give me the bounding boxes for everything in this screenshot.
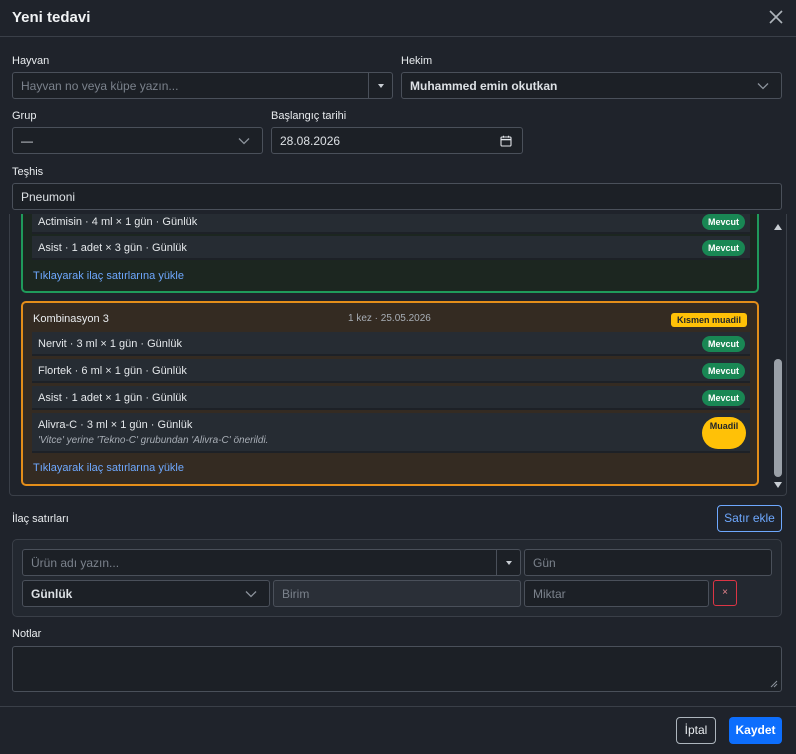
- status-badge: Mevcut: [701, 214, 745, 230]
- product-dropdown-toggle[interactable]: [496, 550, 520, 575]
- chevron-down-icon: [238, 137, 250, 144]
- combination-meta: 1 kez · 25.05.2026: [348, 313, 431, 324]
- cancel-button[interactable]: İptal: [676, 717, 716, 744]
- product-placeholder: Ürün adı yazın...: [31, 555, 120, 570]
- item-note: 'Vitce' yerine 'Tekno-C' grubundan 'Aliv…: [38, 435, 269, 446]
- item-text: Asist · 1 adet × 1 gün · Günlük: [38, 392, 187, 404]
- day-input[interactable]: Gün: [524, 549, 772, 576]
- remove-line-button[interactable]: ×: [713, 580, 737, 606]
- doctor-select[interactable]: Muhammed emin okutkan: [401, 72, 782, 99]
- day-placeholder: Gün: [533, 555, 556, 570]
- load-combination-link[interactable]: Tıklayarak ilaç satırlarına yükle: [33, 462, 184, 474]
- drug-lines-label: İlaç satırları: [12, 513, 69, 525]
- combination-item: Nervit · 3 ml × 1 gün · Günlük Mevcut: [32, 332, 750, 356]
- diagnosis-value: Pneumoni: [21, 189, 76, 204]
- group-select[interactable]: —: [12, 127, 263, 154]
- scroll-up-icon[interactable]: [774, 224, 782, 230]
- start-date-input[interactable]: 28.08.2026: [271, 127, 523, 154]
- group-label: Grup: [12, 110, 37, 122]
- add-line-button[interactable]: Satır ekle: [717, 505, 782, 532]
- item-text: Asist · 1 adet × 3 gün · Günlük: [38, 242, 187, 254]
- start-date-label: Başlangıç tarihi: [271, 110, 347, 122]
- status-badge: Mevcut: [701, 240, 745, 256]
- animal-dropdown-toggle[interactable]: [368, 73, 392, 98]
- caret-down-icon: [378, 83, 384, 88]
- resize-handle-icon[interactable]: [770, 680, 778, 688]
- item-text: Flortek · 6 ml × 1 gün · Günlük: [38, 365, 187, 377]
- combination-item: Alivra-C · 3 ml × 1 gün · Günlük 'Vitce'…: [32, 413, 750, 453]
- scroll-down-icon[interactable]: [774, 482, 782, 488]
- doctor-label: Hekim: [401, 55, 433, 67]
- chevron-down-icon: [757, 82, 769, 89]
- item-text: Alivra-C · 3 ml × 1 gün · Günlük: [38, 419, 193, 431]
- equivalent-badge: Muadil: [702, 417, 746, 449]
- frequency-select[interactable]: Günlük: [22, 580, 270, 607]
- combination-card: Actimisin · 4 ml × 1 gün · Günlük Mevcut…: [21, 214, 759, 293]
- combination-list[interactable]: Actimisin · 4 ml × 1 gün · Günlük Mevcut…: [9, 214, 787, 496]
- modal-title: Yeni tedavi: [12, 9, 91, 26]
- close-icon[interactable]: [764, 5, 788, 29]
- diagnosis-input[interactable]: Pneumoni: [12, 183, 782, 210]
- load-combination-link[interactable]: Tıklayarak ilaç satırlarına yükle: [33, 270, 184, 282]
- status-badge: Mevcut: [701, 390, 745, 406]
- amount-placeholder: Miktar: [533, 586, 566, 601]
- combination-item: Asist · 1 adet × 1 gün · Günlük Mevcut: [32, 386, 750, 410]
- unit-input: Birim: [273, 580, 521, 607]
- group-value: —: [21, 133, 33, 148]
- status-badge: Mevcut: [701, 336, 745, 352]
- status-badge: Mevcut: [701, 363, 745, 379]
- animal-select[interactable]: Hayvan no veya küpe yazın...: [12, 72, 393, 99]
- item-text: Actimisin · 4 ml × 1 gün · Günlük: [38, 216, 198, 228]
- product-select[interactable]: Ürün adı yazın...: [22, 549, 521, 576]
- diagnosis-label: Teşhis: [12, 166, 44, 178]
- scrollbar-thumb[interactable]: [774, 359, 782, 477]
- combination-item: Actimisin · 4 ml × 1 gün · Günlük Mevcut: [32, 214, 750, 234]
- frequency-value: Günlük: [31, 586, 73, 601]
- animal-label: Hayvan: [12, 55, 50, 67]
- animal-placeholder: Hayvan no veya küpe yazın...: [21, 78, 179, 93]
- calendar-icon[interactable]: [500, 135, 512, 147]
- partial-equivalent-badge: Kısmen muadil: [670, 313, 747, 327]
- start-date-value: 28.08.2026: [280, 133, 341, 148]
- save-button[interactable]: Kaydet: [729, 717, 782, 744]
- scrollbar[interactable]: [771, 216, 785, 494]
- amount-input[interactable]: Miktar: [524, 580, 709, 607]
- doctor-value: Muhammed emin okutkan: [410, 78, 558, 93]
- modal-header: Yeni tedavi: [0, 0, 796, 37]
- notes-label: Notlar: [12, 628, 42, 640]
- notes-textarea[interactable]: [12, 646, 782, 692]
- item-text: Nervit · 3 ml × 1 gün · Günlük: [38, 338, 182, 350]
- unit-placeholder: Birim: [282, 586, 310, 601]
- caret-down-icon: [506, 560, 512, 565]
- combination-item: Asist · 1 adet × 3 gün · Günlük Mevcut: [32, 236, 750, 260]
- chevron-down-icon: [245, 590, 257, 597]
- combination-name: Kombinasyon 3: [33, 313, 109, 325]
- combination-item: Flortek · 6 ml × 1 gün · Günlük Mevcut: [32, 359, 750, 383]
- combination-card: Kombinasyon 3 1 kez · 25.05.2026 Kısmen …: [21, 301, 759, 486]
